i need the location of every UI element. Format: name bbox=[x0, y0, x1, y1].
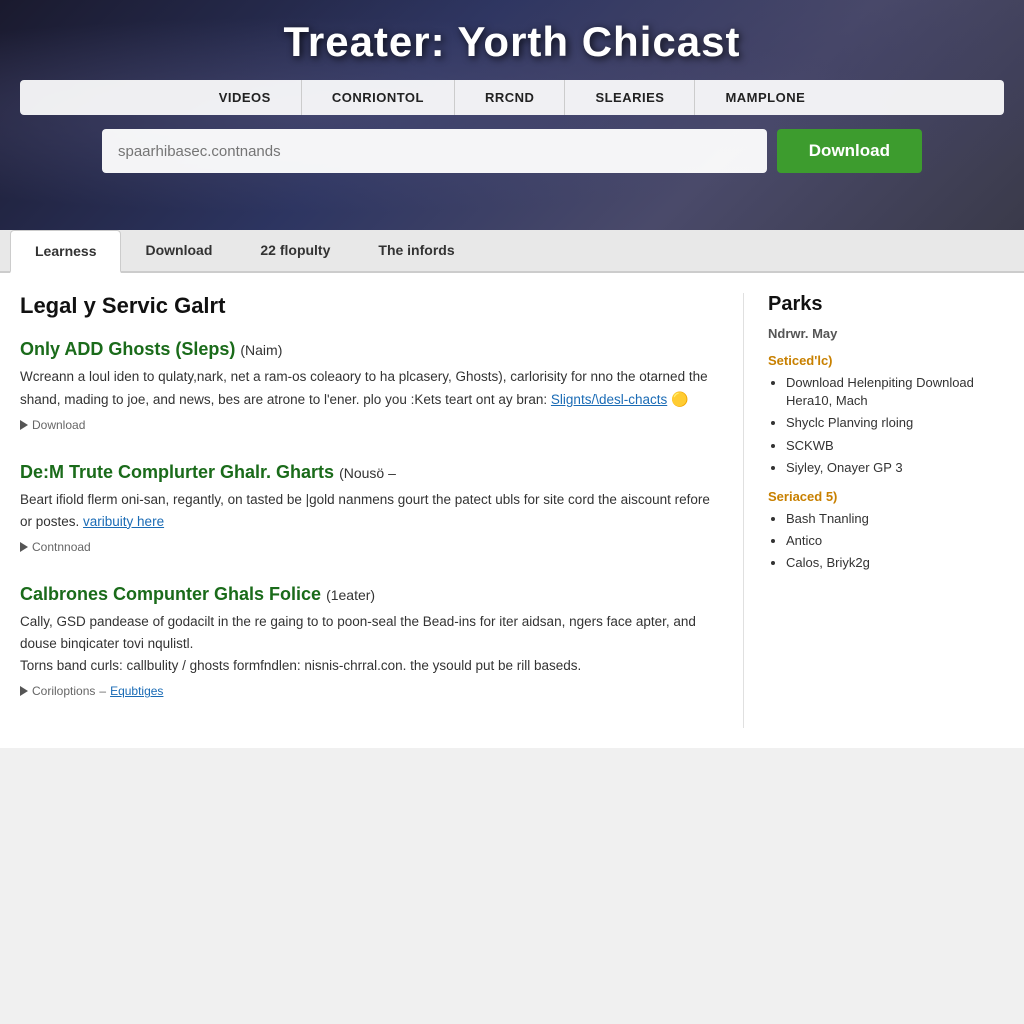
sidebar-subtitle: Ndrwr. May bbox=[768, 326, 1004, 341]
tab-3[interactable]: The infords bbox=[354, 230, 478, 273]
article-meta-label-1: Contnnoad bbox=[32, 540, 91, 554]
sidebar-list-item-1-1: Antico bbox=[786, 532, 1004, 550]
article-meta-label-2: Coriloptions bbox=[32, 684, 95, 698]
article-title-0: Only ADD Ghosts (Sleps) (Naim) bbox=[20, 339, 713, 360]
tabs-bar: LearnessDownload22 flopultyThe infords bbox=[0, 230, 1024, 273]
sidebar-section-label-1: Seriaced 5) bbox=[768, 489, 1004, 504]
nav-item-3[interactable]: SLEARIES bbox=[565, 80, 695, 115]
sidebar-list-item-0-1: Shyclc Planving rloing bbox=[786, 414, 1004, 432]
nav-item-2[interactable]: RRCND bbox=[455, 80, 565, 115]
triangle-icon-0 bbox=[20, 420, 28, 430]
main-nav: VIDEOSCONRIONTOLRRCNDSLEARIESMAMPLONE bbox=[20, 80, 1004, 115]
nav-item-4[interactable]: MAMPLONE bbox=[695, 80, 835, 115]
sidebar-list-item-0-0: Download Helenpiting Download Hera10, Ma… bbox=[786, 374, 1004, 410]
article-2: Calbrones Compunter Ghals Folice (1eater… bbox=[20, 584, 713, 698]
article-body-1: Beart ifiold flerm oni-san, regantly, on… bbox=[20, 489, 713, 532]
sidebar-section-label-0: Seticed'lc) bbox=[768, 353, 1004, 368]
article-badge-1: (Nousö – bbox=[339, 465, 396, 481]
triangle-icon-1 bbox=[20, 542, 28, 552]
article-title-2: Calbrones Compunter Ghals Folice (1eater… bbox=[20, 584, 713, 605]
download-button[interactable]: Download bbox=[777, 129, 922, 173]
article-emoji-0: 🟡 bbox=[671, 391, 688, 407]
sidebar-title: Parks bbox=[768, 293, 1004, 316]
sidebar: Parks Ndrwr. May Seticed'lc) Download Hel… bbox=[744, 293, 1004, 728]
sidebar-list-item-0-3: Siyley, Onayer GP 3 bbox=[786, 459, 1004, 477]
triangle-icon-2 bbox=[20, 686, 28, 696]
tab-1[interactable]: Download bbox=[121, 230, 236, 273]
sidebar-list-0: Download Helenpiting Download Hera10, Ma… bbox=[768, 374, 1004, 477]
article-meta-label-0: Download bbox=[32, 418, 85, 432]
left-column: Legal y Servic Galrt Only ADD Ghosts (Sl… bbox=[20, 293, 744, 728]
search-row: Download bbox=[102, 129, 922, 173]
article-title-1: De:M Trute Complurter Ghalr. Gharts (Nou… bbox=[20, 462, 713, 483]
nav-item-0[interactable]: VIDEOS bbox=[189, 80, 302, 115]
article-1: De:M Trute Complurter Ghalr. Gharts (Nou… bbox=[20, 462, 713, 554]
nav-item-1[interactable]: CONRIONTOL bbox=[302, 80, 455, 115]
hero-section: Treater: Yorth Chicast VIDEOSCONRIONTOLR… bbox=[0, 0, 1024, 230]
article-link-1[interactable]: varibuity here bbox=[83, 514, 164, 529]
article-body-2: Cally, GSD pandease of godacilt in the r… bbox=[20, 611, 713, 676]
article-badge-0: (Naim) bbox=[240, 342, 282, 358]
sidebar-list-item-1-0: Bash Tnanling bbox=[786, 510, 1004, 528]
article-meta-1: Contnnoad bbox=[20, 540, 713, 554]
article-meta-link-2[interactable]: Equbtiges bbox=[110, 684, 163, 698]
sidebar-list-1: Bash Tnanling Antico Calos, Briyk2g bbox=[768, 510, 1004, 573]
article-0: Only ADD Ghosts (Sleps) (Naim) Wcreann a… bbox=[20, 339, 713, 432]
article-body-0: Wcreann a loul iden to qulaty,nark, net … bbox=[20, 366, 713, 410]
tab-0[interactable]: Learness bbox=[10, 230, 121, 273]
article-link-0[interactable]: Slignts/\desl-chacts bbox=[551, 392, 667, 407]
tab-2[interactable]: 22 flopulty bbox=[236, 230, 354, 273]
article-meta-2: Coriloptions – Equbtiges bbox=[20, 684, 713, 698]
sidebar-list-item-1-2: Calos, Briyk2g bbox=[786, 554, 1004, 572]
main-content: Legal y Servic Galrt Only ADD Ghosts (Sl… bbox=[0, 273, 1024, 748]
article-badge-2: (1eater) bbox=[326, 587, 375, 603]
search-input[interactable] bbox=[102, 129, 767, 173]
article-meta-0: Download bbox=[20, 418, 713, 432]
section-title: Legal y Servic Galrt bbox=[20, 293, 713, 319]
sidebar-list-item-0-2: SCKWB bbox=[786, 437, 1004, 455]
site-title: Treater: Yorth Chicast bbox=[20, 18, 1004, 66]
